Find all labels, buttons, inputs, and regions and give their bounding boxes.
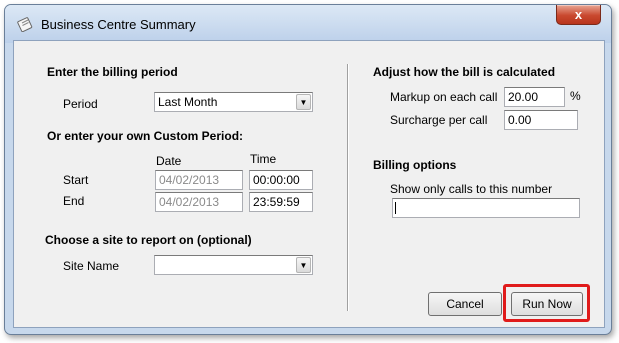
close-button[interactable]: x <box>556 5 601 25</box>
chevron-down-icon[interactable]: ▼ <box>296 257 311 273</box>
date-column-header: Date <box>156 154 182 168</box>
start-time-field[interactable]: 00:00:00 <box>249 170 313 190</box>
window-title: Business Centre Summary <box>41 17 196 32</box>
surcharge-label: Surcharge per call <box>390 113 488 127</box>
cancel-button-label: Cancel <box>446 297 484 311</box>
dialog-window: Business Centre Summary x Enter the bill… <box>4 4 612 335</box>
text-caret <box>395 202 396 214</box>
markup-label: Markup on each call <box>390 90 498 104</box>
cancel-button[interactable]: Cancel <box>428 292 502 316</box>
report-icon <box>17 17 33 32</box>
period-select-value: Last Month <box>158 95 218 109</box>
end-time-field[interactable]: 23:59:59 <box>249 192 313 212</box>
end-label: End <box>63 194 85 208</box>
period-label: Period <box>63 97 98 111</box>
custom-period-heading: Or enter your own Custom Period: <box>47 129 244 143</box>
chevron-down-icon[interactable]: ▼ <box>296 94 311 110</box>
number-filter-label: Show only calls to this number <box>390 182 553 196</box>
period-select[interactable]: Last Month ▼ <box>154 92 313 112</box>
end-date-field[interactable]: 04/02/2013 <box>155 192 243 212</box>
surcharge-field[interactable]: 0.00 <box>504 110 578 130</box>
time-column-header: Time <box>250 152 277 166</box>
markup-field[interactable]: 20.00 <box>504 87 565 107</box>
column-divider <box>347 64 349 311</box>
close-icon: x <box>574 7 583 22</box>
title-bar[interactable]: Business Centre Summary x <box>5 5 611 43</box>
site-name-select[interactable]: ▼ <box>154 255 313 275</box>
site-name-label: Site Name <box>63 259 120 273</box>
markup-percent-unit: % <box>570 89 581 103</box>
site-heading: Choose a site to report on (optional) <box>45 233 252 247</box>
billing-options-heading: Billing options <box>373 158 457 172</box>
dialog-body: Enter the billing period Period Last Mon… <box>13 40 605 328</box>
number-filter-field[interactable] <box>392 198 580 218</box>
start-label: Start <box>63 173 89 187</box>
billing-period-heading: Enter the billing period <box>47 65 178 79</box>
run-now-button[interactable]: Run Now <box>511 292 583 316</box>
run-now-button-label: Run Now <box>522 297 572 311</box>
bill-calc-heading: Adjust how the bill is calculated <box>373 65 556 79</box>
start-date-field[interactable]: 04/02/2013 <box>155 170 243 190</box>
